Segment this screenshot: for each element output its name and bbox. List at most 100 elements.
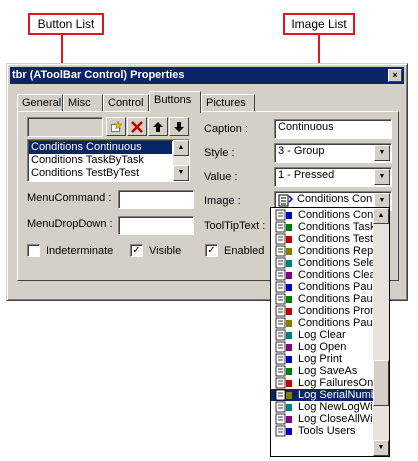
tab-buttons[interactable]: Buttons bbox=[149, 91, 201, 113]
move-down-button[interactable] bbox=[169, 117, 189, 136]
list-item[interactable]: Conditions Paus bbox=[271, 281, 378, 293]
menu-command-input[interactable] bbox=[118, 190, 194, 209]
window-title: tbr (AToolBar Control) Properties bbox=[12, 69, 185, 81]
list-item-label: Log SerialNumb bbox=[298, 389, 377, 401]
visible-label: Visible bbox=[149, 245, 182, 257]
list-item-label: Conditions Paus bbox=[298, 317, 379, 329]
image-list-callout: Image List bbox=[283, 13, 355, 35]
image-dropdown-list[interactable]: Conditions Cont Conditions Task Conditions… bbox=[270, 207, 390, 457]
insert-button[interactable] bbox=[106, 117, 126, 136]
list-item-label: Log CloseAllWir bbox=[298, 413, 377, 425]
style-select[interactable]: 3 - Group ▼ bbox=[274, 143, 392, 163]
button-list-scrollbar[interactable]: ▲ ▼ bbox=[173, 140, 189, 181]
list-item[interactable]: Log CloseAllWir bbox=[271, 413, 377, 425]
menu-command-label: MenuCommand : bbox=[27, 192, 112, 204]
log-icon bbox=[275, 377, 292, 389]
list-item[interactable]: Conditions Clear bbox=[271, 269, 379, 281]
value-select[interactable]: 1 - Pressed ▼ bbox=[274, 167, 392, 187]
list-item[interactable]: Conditions TaskByTask bbox=[29, 154, 172, 167]
insert-icon bbox=[111, 120, 122, 132]
log-icon bbox=[275, 341, 292, 353]
conditions-icon bbox=[275, 257, 292, 269]
list-item-label: Conditions Task bbox=[298, 221, 376, 233]
scroll-down-button[interactable]: ▼ bbox=[373, 440, 389, 456]
scroll-up-button[interactable]: ▲ bbox=[373, 208, 389, 224]
list-item[interactable]: Conditions Continuous bbox=[29, 141, 172, 154]
log-icon bbox=[275, 329, 292, 341]
style-dropdown-button[interactable]: ▼ bbox=[374, 145, 390, 161]
list-item[interactable]: Tools Users bbox=[271, 425, 373, 437]
image-label: Image : bbox=[204, 195, 241, 207]
list-item-label: Log Clear bbox=[298, 329, 346, 341]
scroll-thumb[interactable] bbox=[373, 360, 389, 406]
close-button[interactable]: × bbox=[388, 69, 402, 82]
list-item-label: Conditions Selec bbox=[298, 257, 381, 269]
list-item-label: Conditions Paus bbox=[298, 281, 379, 293]
tab-pictures[interactable]: Pictures bbox=[201, 94, 255, 112]
list-item[interactable]: Conditions Repe bbox=[271, 245, 379, 257]
enabled-checkbox[interactable]: ✓ bbox=[205, 244, 218, 257]
tab-general[interactable]: General bbox=[17, 94, 63, 112]
list-item[interactable]: Conditions TestI bbox=[271, 233, 376, 245]
scroll-up-button[interactable]: ▲ bbox=[173, 140, 189, 156]
list-item[interactable]: Conditions Task bbox=[271, 221, 376, 233]
value-value: 1 - Pressed bbox=[278, 169, 335, 181]
list-item-label: Log FailuresOnl bbox=[298, 377, 376, 389]
conditions-icon bbox=[275, 317, 292, 329]
enabled-label: Enabled bbox=[224, 245, 265, 257]
tab-strip: General Misc Control Buttons Pictures bbox=[17, 91, 397, 113]
list-item[interactable]: Conditions Prom bbox=[271, 305, 379, 317]
conditions-icon bbox=[275, 269, 292, 281]
log-icon bbox=[275, 365, 292, 377]
list-item-label: Log Open bbox=[298, 341, 347, 353]
move-up-button[interactable] bbox=[148, 117, 168, 136]
title-bar: tbr (AToolBar Control) Properties × bbox=[10, 67, 404, 84]
tooltip-label: ToolTipText : bbox=[204, 220, 266, 232]
list-item[interactable]: Log Open bbox=[271, 341, 373, 353]
log-icon bbox=[275, 401, 292, 413]
menu-dropdown-input[interactable] bbox=[118, 216, 194, 235]
list-item[interactable]: Conditions Paus bbox=[271, 317, 378, 329]
conditions-icon bbox=[275, 209, 292, 221]
conditions-icon bbox=[275, 281, 292, 293]
list-item[interactable]: Conditions Cont bbox=[271, 209, 376, 221]
caption-input[interactable]: Continuous bbox=[274, 119, 392, 139]
close-icon: × bbox=[392, 70, 398, 80]
list-item[interactable]: Log FailuresOnl bbox=[271, 377, 376, 389]
image-dropdown-scrollbar[interactable]: ▲ ▼ bbox=[373, 208, 389, 456]
list-item[interactable]: Conditions TestByTest bbox=[29, 167, 172, 180]
list-item[interactable]: Log Print bbox=[271, 353, 373, 365]
list-item-label: Conditions Clear bbox=[298, 269, 380, 281]
scroll-down-button[interactable]: ▼ bbox=[173, 165, 189, 181]
list-item-label: Conditions Prom bbox=[298, 305, 380, 317]
list-item[interactable]: Log NewLogWi bbox=[271, 401, 373, 413]
conditions-icon bbox=[275, 293, 292, 305]
tab-control[interactable]: Control bbox=[103, 94, 149, 112]
button-list-items: Conditions Continuous Conditions TaskByT… bbox=[29, 141, 172, 180]
visible-checkbox[interactable]: ✓ bbox=[130, 244, 143, 257]
conditions-icon bbox=[275, 245, 292, 257]
tab-misc[interactable]: Misc bbox=[63, 94, 103, 112]
button-list[interactable]: Conditions Continuous Conditions TaskByT… bbox=[27, 139, 190, 182]
list-item[interactable]: Log Clear bbox=[271, 329, 373, 341]
chevron-down-icon: ▼ bbox=[378, 149, 386, 156]
list-item-label: Tools Users bbox=[298, 425, 356, 437]
indeterminate-label: Indeterminate bbox=[46, 245, 114, 257]
indeterminate-checkbox[interactable] bbox=[27, 244, 40, 257]
log-icon bbox=[275, 389, 292, 401]
button-name-field[interactable] bbox=[27, 117, 103, 137]
list-item[interactable]: Conditions Selec bbox=[271, 257, 381, 269]
image-dropdown-items: Conditions Cont Conditions Task Conditions… bbox=[271, 209, 381, 437]
button-list-callout: Button List bbox=[28, 13, 104, 35]
list-item-label: Log SaveAs bbox=[298, 365, 358, 377]
conditions-icon bbox=[275, 305, 292, 317]
list-item[interactable]: Conditions Paus bbox=[271, 293, 378, 305]
value-dropdown-button[interactable]: ▼ bbox=[374, 169, 390, 185]
delete-button[interactable] bbox=[127, 117, 147, 136]
chevron-down-icon: ▼ bbox=[378, 173, 386, 180]
conditions-icon bbox=[275, 233, 292, 245]
list-item[interactable]: Log SaveAs bbox=[271, 365, 373, 377]
delete-icon bbox=[131, 120, 143, 133]
list-item[interactable]: Log SerialNumb bbox=[271, 389, 377, 401]
log-icon bbox=[275, 353, 292, 365]
